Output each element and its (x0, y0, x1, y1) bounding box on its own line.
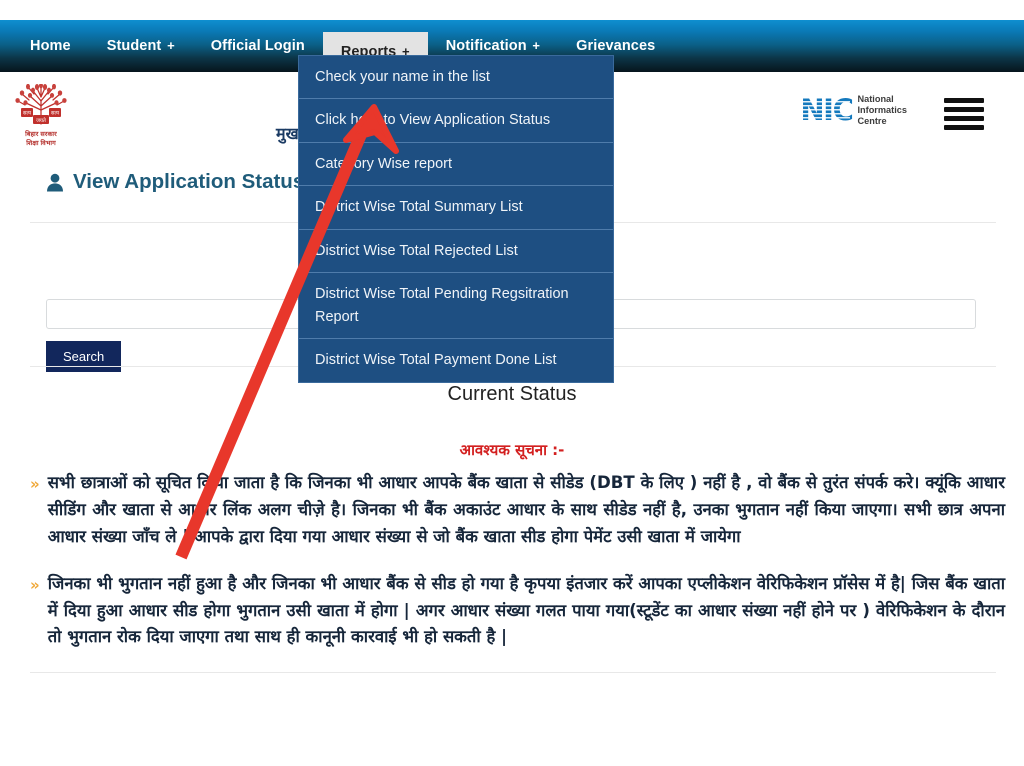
user-icon (47, 173, 63, 191)
dropdown-item-category-wise-report[interactable]: Category Wise report (299, 143, 613, 187)
nic-logo: NIC National Informatics Centre (800, 94, 907, 128)
notice-list: » सभी छात्राओं को सूचित किया जाता है कि … (30, 470, 1005, 651)
dropdown-item-check-name[interactable]: Check your name in the list (299, 56, 613, 100)
nic-name-line2: Informatics (857, 105, 907, 116)
plus-icon: + (163, 38, 175, 53)
double-chevron-icon: » (30, 575, 40, 594)
bihar-logo-caption-line2: शिक्षा विभाग (26, 140, 56, 147)
nav-item-home[interactable]: Home (12, 20, 89, 72)
nav-item-notification-label: Notification (445, 38, 527, 54)
nav-item-student-label: Student (106, 38, 162, 54)
bihar-government-logo: सत्य सत्य जयते बिहार सरकार शिक्षा विभाग (8, 84, 74, 147)
dropdown-item-district-payment-done-list[interactable]: District Wise Total Payment Done List (299, 339, 613, 381)
hamburger-bar (944, 107, 984, 112)
reports-dropdown-menu: Check your name in the list Click here t… (298, 55, 614, 383)
notice-item: » सभी छात्राओं को सूचित किया जाता है कि … (30, 470, 1005, 551)
divider (30, 672, 996, 673)
nav-item-official-login-label: Official Login (210, 38, 305, 54)
nic-mark-text: NIC (800, 93, 854, 128)
current-status-heading: Current Status (447, 383, 577, 405)
notice-heading: आवश्यक सूचना :- (459, 441, 565, 459)
svg-text:जयते: जयते (36, 117, 47, 124)
dropdown-item-district-rejected-list[interactable]: District Wise Total Rejected List (299, 230, 613, 274)
hamburger-bar (944, 116, 984, 121)
nav-item-student[interactable]: Student + (89, 20, 193, 72)
svg-text:सत्य: सत्य (51, 111, 60, 117)
plus-icon: + (528, 38, 541, 53)
hamburger-bar (944, 98, 984, 103)
dropdown-item-view-application-status[interactable]: Click here to View Application Status (299, 99, 613, 143)
nic-full-name: National Informatics Centre (857, 94, 907, 128)
search-button[interactable]: Search (46, 341, 122, 372)
bodhi-tree-emblem-icon: सत्य सत्य जयते (15, 84, 67, 125)
dropdown-item-district-summary-list[interactable]: District Wise Total Summary List (299, 186, 613, 230)
svg-text:सत्य: सत्य (23, 111, 32, 117)
hamburger-bar (944, 125, 984, 130)
dropdown-item-district-pending-registration[interactable]: District Wise Total Pending Regsitration… (299, 273, 613, 340)
nic-name-line3: Centre (857, 116, 887, 127)
page-root: Home Student + Official Login Reports + … (0, 0, 1024, 766)
notice-item: » जिनका भी भुगतान नहीं हुआ है और जिनका भ… (30, 571, 1005, 652)
nic-name-line1: National (857, 94, 894, 104)
notice-text: सभी छात्राओं को सूचित किया जाता है कि जि… (47, 473, 1005, 546)
bihar-logo-caption-line1: बिहार सरकार (25, 131, 57, 138)
page-title-label: View Application Status (73, 170, 305, 193)
notice-text: जिनका भी भुगतान नहीं हुआ है और जिनका भी … (47, 573, 1005, 647)
nav-item-grievances-label: Grievances (576, 38, 656, 54)
partial-center-heading: मुख (276, 126, 299, 143)
nav-item-home-label: Home (30, 38, 71, 54)
hamburger-menu-icon[interactable] (944, 98, 984, 130)
double-chevron-icon: » (30, 475, 40, 493)
